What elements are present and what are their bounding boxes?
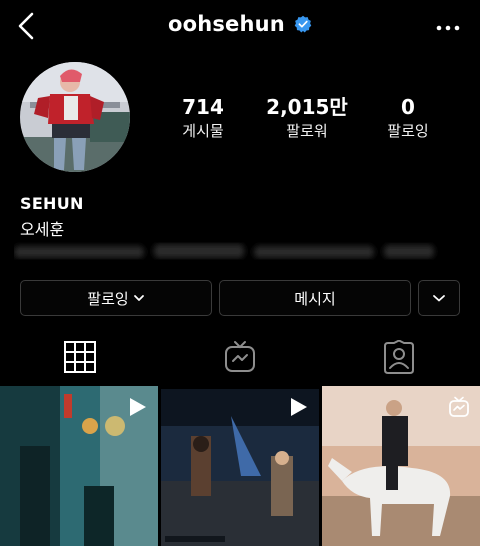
igtv-icon	[449, 396, 469, 417]
posts-stat[interactable]: 714 게시물	[168, 96, 238, 140]
following-stat[interactable]: 0 팔로잉	[378, 96, 438, 140]
tagged-person-icon[interactable]	[382, 340, 416, 374]
posts-count: 714	[182, 95, 224, 119]
igtv-icon[interactable]	[223, 340, 257, 374]
followers-count: 2,015만	[266, 95, 348, 119]
grid-icon[interactable]	[63, 340, 97, 374]
bio-redacted	[14, 244, 434, 258]
top-bar: oohsehun	[0, 0, 480, 56]
avatar-photo	[20, 62, 130, 172]
posts-label: 게시물	[182, 122, 224, 140]
posts-grid	[0, 386, 480, 546]
display-name: SEHUN	[20, 194, 84, 213]
username-title: oohsehun	[167, 12, 285, 36]
following-label: 팔로잉	[387, 122, 429, 140]
profile-avatar[interactable]	[20, 62, 130, 172]
followers-label: 팔로워	[286, 122, 328, 140]
followers-stat[interactable]: 2,015만 팔로워	[262, 96, 352, 140]
video-icon	[130, 398, 146, 416]
following-count: 0	[401, 95, 415, 119]
following-button[interactable]: 팔로잉	[20, 280, 212, 316]
message-button[interactable]: 메시지	[219, 280, 411, 316]
post-thumbnail[interactable]	[322, 386, 480, 546]
profile-tabs	[0, 330, 480, 384]
following-button-label: 팔로잉	[87, 289, 129, 308]
chevron-down-icon	[433, 295, 445, 302]
more-horizontal-icon[interactable]	[436, 18, 460, 38]
profile-header: oohsehun	[0, 12, 480, 42]
suggested-accounts-button[interactable]	[418, 280, 460, 316]
post-thumbnail[interactable]	[161, 386, 319, 546]
real-name: 오세훈	[20, 220, 65, 239]
chevron-down-icon	[133, 295, 144, 301]
message-button-label: 메시지	[294, 289, 336, 308]
video-icon	[291, 398, 307, 416]
post-thumbnail[interactable]	[0, 386, 158, 546]
verified-badge-icon	[294, 15, 312, 33]
